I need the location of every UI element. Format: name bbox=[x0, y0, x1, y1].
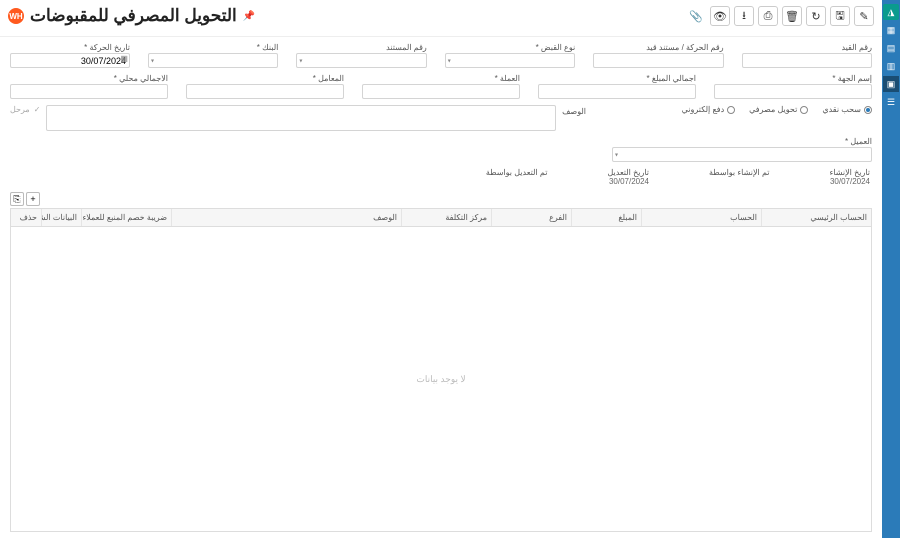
export-button[interactable]: ⎘ bbox=[10, 192, 24, 206]
trans-date-label: تاريخ الحركة bbox=[10, 43, 130, 52]
customer-select[interactable] bbox=[612, 147, 872, 162]
local-total-label: الاجمالي محلي bbox=[10, 74, 168, 83]
col-branch: الفرع bbox=[491, 209, 571, 226]
factor-input[interactable] bbox=[186, 84, 344, 99]
document-no-select[interactable] bbox=[296, 53, 426, 68]
print-button[interactable]: ⎙ bbox=[758, 6, 778, 26]
check-type-label: نوع القبض bbox=[445, 43, 575, 52]
col-sales-tax: ضريبة خصم المنبع للعملاء bbox=[81, 209, 171, 226]
nav-item-1[interactable]: ▦ bbox=[883, 22, 899, 38]
col-extra: البيانات الشرطية bbox=[41, 209, 81, 226]
grid-empty-state: لا يوجد بيانات bbox=[11, 227, 871, 531]
radio-bank-label: تحويل مصرفي bbox=[749, 105, 797, 114]
created-by-label: تم الإنشاء بواسطة bbox=[709, 168, 769, 177]
bank-select[interactable] bbox=[148, 53, 278, 68]
add-row-button[interactable]: + bbox=[26, 192, 40, 206]
nav-item-5[interactable]: ☰ bbox=[883, 94, 899, 110]
col-main-account: الحساب الرئيسي bbox=[761, 209, 871, 226]
bank-label: البنك bbox=[148, 43, 278, 52]
attach-button[interactable]: 📎 bbox=[686, 6, 706, 26]
nav-item-3[interactable]: ▥ bbox=[883, 58, 899, 74]
trans-doc-no-label: رقم الحركة / مستند قيد bbox=[593, 43, 723, 52]
col-cost-center: مركز التكلفة bbox=[401, 209, 491, 226]
col-delete: حذف bbox=[11, 209, 41, 226]
toolbar: ✎ 🖫 ↻ 🗑 ⎙ ⭳ 👁 📎 bbox=[686, 6, 874, 26]
trans-date-input[interactable] bbox=[10, 53, 130, 68]
trans-doc-no-input[interactable] bbox=[593, 53, 723, 68]
radio-cash-label: سحب نقدي bbox=[822, 105, 861, 114]
radio-cash[interactable]: سحب نقدي bbox=[822, 105, 872, 114]
radio-epay[interactable]: دفع إلكتروني bbox=[682, 105, 736, 114]
grid-header: الحساب الرئيسي الحساب المبلغ الفرع مركز … bbox=[11, 209, 871, 227]
brand-logo-icon: WH bbox=[8, 8, 24, 24]
titlebar: ✎ 🖫 ↻ 🗑 ⎙ ⭳ 👁 📎 📌 التحويل المصرفي للمقبو… bbox=[0, 0, 882, 37]
download-button[interactable]: ⭳ bbox=[734, 6, 754, 26]
col-account: الحساب bbox=[641, 209, 761, 226]
save-button[interactable]: 🖫 bbox=[830, 6, 850, 26]
currency-input[interactable] bbox=[362, 84, 520, 99]
pin-icon: 📌 bbox=[243, 11, 255, 22]
posted-flag: ✓ مرحل bbox=[10, 105, 40, 114]
delete-button[interactable]: 🗑 bbox=[782, 6, 802, 26]
party-name-label: إسم الجهة bbox=[714, 74, 872, 83]
factor-label: المعامل bbox=[186, 74, 344, 83]
page-title: التحويل المصرفي للمقبوضات bbox=[30, 6, 237, 26]
customer-label: العميل bbox=[612, 137, 872, 146]
radio-dot-icon bbox=[800, 106, 808, 114]
local-total-input[interactable] bbox=[10, 84, 168, 99]
edit-button[interactable]: ✎ bbox=[854, 6, 874, 26]
nav-item-logo[interactable]: ◮ bbox=[883, 4, 899, 20]
total-amount-label: اجمالي المبلغ bbox=[538, 74, 696, 83]
col-amount: المبلغ bbox=[571, 209, 641, 226]
radio-dot-icon bbox=[864, 106, 872, 114]
entry-no-input[interactable] bbox=[742, 53, 872, 68]
radio-bank[interactable]: تحويل مصرفي bbox=[749, 105, 808, 114]
modified-date-value: 30/07/2024 bbox=[607, 177, 649, 186]
description-input[interactable] bbox=[46, 105, 556, 131]
radio-dot-icon bbox=[727, 106, 735, 114]
audit-info: تاريخ الإنشاء30/07/2024 تم الإنشاء بواسط… bbox=[10, 168, 872, 186]
party-name-input[interactable] bbox=[714, 84, 872, 99]
side-nav: ◮ ▦ ▤ ▥ ▣ ☰ bbox=[882, 0, 900, 538]
entry-no-label: رقم القيد bbox=[742, 43, 872, 52]
document-no-label: رقم المستند bbox=[296, 43, 426, 52]
check-type-select[interactable] bbox=[445, 53, 575, 68]
form-area: رقم القيد رقم الحركة / مستند قيد نوع الق… bbox=[0, 37, 882, 190]
payment-type-group: سحب نقدي تحويل مصرفي دفع إلكتروني bbox=[592, 105, 872, 114]
radio-epay-label: دفع إلكتروني bbox=[682, 105, 725, 114]
modified-by-label: تم التعديل بواسطة bbox=[486, 168, 548, 177]
created-date-value: 30/07/2024 bbox=[830, 177, 871, 186]
nav-item-2[interactable]: ▤ bbox=[883, 40, 899, 56]
refresh-button[interactable]: ↻ bbox=[806, 6, 826, 26]
currency-label: العملة bbox=[362, 74, 520, 83]
created-date-label: تاريخ الإنشاء bbox=[830, 168, 871, 177]
modified-date-label: تاريخ التعديل bbox=[607, 168, 649, 177]
nav-item-4[interactable]: ▣ bbox=[883, 76, 899, 92]
view-button[interactable]: 👁 bbox=[710, 6, 730, 26]
col-description: الوصف bbox=[171, 209, 401, 226]
details-grid: الحساب الرئيسي الحساب المبلغ الفرع مركز … bbox=[10, 208, 872, 532]
description-label: الوصف bbox=[562, 105, 586, 116]
total-amount-input[interactable] bbox=[538, 84, 696, 99]
